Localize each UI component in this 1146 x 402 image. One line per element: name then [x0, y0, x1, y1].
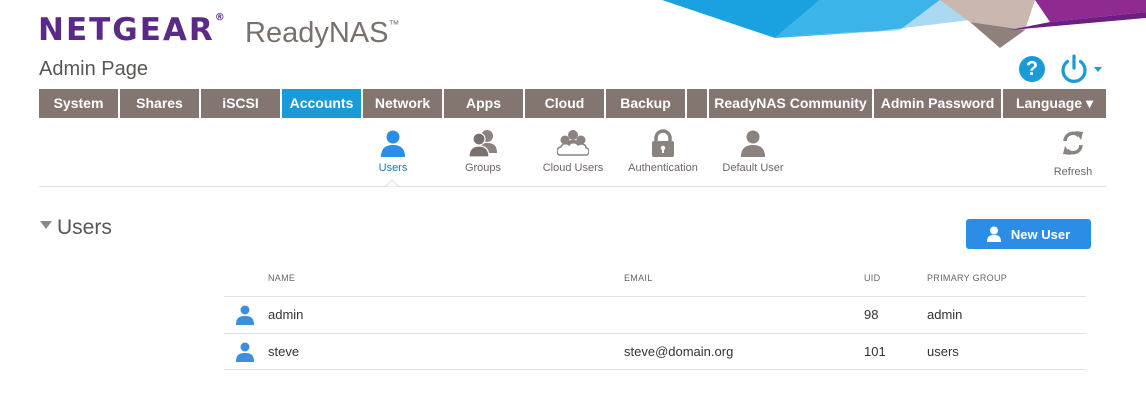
- nav-system[interactable]: System: [39, 89, 120, 118]
- subnav-cloud-users[interactable]: Cloud Users: [541, 129, 605, 174]
- table-row[interactable]: admin 98 admin: [224, 297, 1086, 333]
- registered-mark: ®: [214, 12, 225, 23]
- row-divider: [224, 369, 1086, 370]
- subnav-divider: [39, 186, 1106, 187]
- user-icon: [236, 305, 254, 325]
- subnav-users[interactable]: Users: [373, 129, 413, 174]
- subnav-authentication[interactable]: Authentication: [624, 129, 702, 174]
- trademark-mark: ™: [388, 19, 400, 31]
- new-user-button[interactable]: New User: [966, 219, 1091, 249]
- user-icon: [236, 342, 254, 362]
- nav-network[interactable]: Network: [363, 89, 444, 118]
- column-header-uid[interactable]: UID: [864, 273, 880, 283]
- refresh-label: Refresh: [1053, 166, 1093, 178]
- column-header-email[interactable]: EMAIL: [624, 273, 653, 283]
- refresh-button[interactable]: Refresh: [1050, 130, 1096, 178]
- new-user-label: New User: [1010, 226, 1071, 242]
- chevron-down-icon: [1094, 67, 1102, 72]
- refresh-icon: [1063, 131, 1083, 155]
- user-uid: 101: [864, 344, 886, 359]
- default-user-icon: [741, 130, 765, 157]
- product-name-text: ReadyNAS: [245, 17, 389, 49]
- column-header-name[interactable]: NAME: [268, 273, 295, 283]
- column-header-primary-group[interactable]: PRIMARY GROUP: [927, 273, 1007, 283]
- power-menu-button[interactable]: [1059, 53, 1103, 85]
- subnav-users-label: Users: [378, 162, 408, 174]
- power-icon: [1061, 54, 1102, 83]
- nav-language[interactable]: Language ▾: [1003, 89, 1106, 118]
- active-tab-pointer: [385, 180, 399, 188]
- lock-icon: [652, 129, 674, 157]
- user-primary-group: users: [927, 344, 959, 359]
- collapse-triangle-icon: [40, 221, 52, 230]
- nav-admin-password[interactable]: Admin Password: [874, 89, 1003, 118]
- subnav-default-user-label: Default User: [722, 162, 784, 174]
- user-name: steve: [268, 344, 300, 359]
- table-row[interactable]: steve steve@domain.org 101 users: [224, 334, 1086, 370]
- user-primary-group: admin: [927, 307, 963, 322]
- logo-text: NETGEAR: [38, 12, 215, 48]
- product-name: ReadyNAS™: [245, 17, 399, 50]
- user-icon: [381, 130, 405, 157]
- subnav-groups-label: Groups: [464, 162, 502, 174]
- user-uid: 98: [864, 307, 879, 322]
- help-icon[interactable]: ?: [1019, 56, 1045, 82]
- nav-spacer: [687, 89, 709, 118]
- main-nav: System Shares iSCSI Accounts Network App…: [39, 89, 1106, 118]
- nav-shares[interactable]: Shares: [120, 89, 201, 118]
- user-email: steve@domain.org: [624, 344, 734, 359]
- nav-iscsi[interactable]: iSCSI: [201, 89, 282, 118]
- nav-backup[interactable]: Backup: [606, 89, 687, 118]
- subnav-cloud-users-label: Cloud Users: [542, 162, 604, 174]
- user-add-icon: [986, 226, 1001, 242]
- users-section-title: Users: [57, 216, 112, 239]
- subnav-default-user[interactable]: Default User: [720, 129, 786, 174]
- page-title: Admin Page: [39, 58, 148, 80]
- subnav-authentication-label: Authentication: [628, 162, 698, 174]
- groups-icon: [468, 130, 497, 157]
- header-banner-graphic: [662, 0, 1146, 48]
- subnav-groups[interactable]: Groups: [458, 129, 508, 174]
- users-section-toggle[interactable]: Users: [40, 216, 112, 240]
- nav-accounts[interactable]: Accounts: [282, 89, 363, 118]
- nav-apps[interactable]: Apps: [444, 89, 525, 118]
- user-name: admin: [268, 307, 304, 322]
- cloud-users-icon: [557, 130, 589, 156]
- netgear-logo: NETGEAR®: [38, 12, 225, 48]
- nav-cloud[interactable]: Cloud: [525, 89, 606, 118]
- nav-readynas-community[interactable]: ReadyNAS Community: [709, 89, 874, 118]
